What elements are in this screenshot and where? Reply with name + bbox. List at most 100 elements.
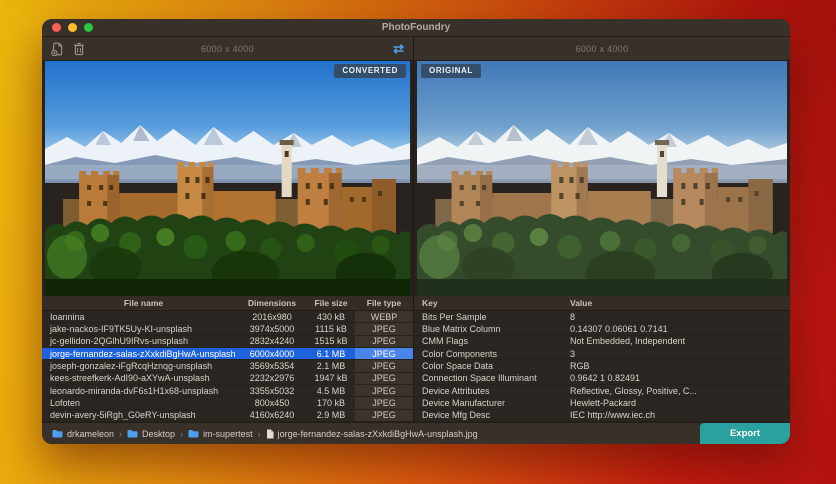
metadata-key-cell: Blue Matrix Column xyxy=(422,323,501,334)
column-value[interactable]: Value xyxy=(562,298,790,308)
file-size-cell: 1115 kB xyxy=(315,323,347,334)
dimensions-cell: 4160x6240 xyxy=(249,410,295,421)
dimensions-cell: 2832x4240 xyxy=(249,336,295,347)
file-type-cell: WEBP xyxy=(355,311,413,323)
file-table-row[interactable]: joseph-gonzalez-iFgRcqHznqg-unsplash 356… xyxy=(42,360,413,373)
breadcrumb-label: im-supertest xyxy=(203,428,253,439)
file-table-row[interactable]: Lofoten 800x450 170 kB JPEG xyxy=(42,397,413,410)
dimensions-cell: 2232x2976 xyxy=(249,373,295,384)
original-badge: ORIGINAL xyxy=(421,64,481,78)
original-photo xyxy=(417,61,787,296)
trash-icon[interactable] xyxy=(73,42,85,56)
metadata-key-cell: Color Space Data xyxy=(422,360,494,371)
file-table-row[interactable]: Ioannina 2016x980 430 kB WEBP xyxy=(42,311,413,324)
metadata-row[interactable]: Device Manufacturer Hewlett-Packard xyxy=(414,397,790,410)
file-table-header: File name Dimensions File size File type xyxy=(42,296,413,311)
minimize-button[interactable] xyxy=(68,23,77,32)
file-size-cell: 1947 kB xyxy=(314,373,348,384)
add-file-icon[interactable] xyxy=(51,42,64,56)
file-table-row[interactable]: jc-gellidon-2QGlhU9IRvs-unsplash 2832x42… xyxy=(42,335,413,348)
metadata-key-cell: Connection Space Illuminant xyxy=(422,373,537,384)
metadata-key-cell: Device Mfg Desc xyxy=(422,410,491,421)
metadata-row[interactable]: CMM Flags Not Embedded, Independent xyxy=(414,336,790,348)
zoom-button[interactable] xyxy=(84,23,93,32)
breadcrumb-label: jorge-fernandez-salas-zXxkdiBgHwA-unspla… xyxy=(277,428,478,439)
window-title: PhotoFoundry xyxy=(381,22,451,33)
dimensions-cell: 3974x5000 xyxy=(249,323,295,334)
file-table-row[interactable]: jake-nackos-IF9TK5Uy-KI-unsplash 3974x50… xyxy=(42,323,413,336)
file-size-cell: 4.5 MB xyxy=(316,385,346,396)
column-file-name[interactable]: File name xyxy=(42,298,237,308)
file-table: File name Dimensions File size File type… xyxy=(42,296,413,422)
close-button[interactable] xyxy=(52,23,61,32)
file-type-cell: JPEG xyxy=(355,409,413,421)
metadata-value-cell: RGB xyxy=(570,360,590,371)
file-type-cell: JPEG xyxy=(355,335,413,347)
metadata-row[interactable]: Blue Matrix Column 0.14307 0.06061 0.714… xyxy=(414,323,790,336)
column-key[interactable]: Key xyxy=(414,298,562,308)
file-table-body: Ioannina 2016x980 430 kB WEBP jake-nacko… xyxy=(42,311,413,422)
folder-icon xyxy=(52,430,63,438)
content-panes: 6000 x 4000 ⇄ CONVERTED File name Dimens… xyxy=(42,37,790,422)
column-file-type[interactable]: File type xyxy=(355,296,413,310)
metadata-row[interactable]: Bits Per Sample 8 xyxy=(414,311,790,324)
file-size-cell: 430 kB xyxy=(316,311,346,322)
converted-dimensions-label: 6000 x 4000 xyxy=(201,43,254,54)
column-file-size[interactable]: File size xyxy=(307,298,355,308)
metadata-value-cell: 0.9642 1 0.82491 xyxy=(570,373,641,384)
right-toolbar: 6000 x 4000 xyxy=(414,37,790,61)
metadata-key-cell: Device Attributes xyxy=(422,385,490,396)
metadata-value-cell: 8 xyxy=(570,311,576,322)
metadata-table: Key Value Bits Per Sample 8 Blue Matrix … xyxy=(414,296,790,422)
bottom-bar: drkameleon › Desktop › im-supertest › jo… xyxy=(42,422,790,444)
dimensions-cell: 6000x4000 xyxy=(249,348,295,359)
file-name-cell: kees-streefkerk-AdI90-aXYwA-unsplash xyxy=(50,373,210,384)
metadata-table-body: Bits Per Sample 8 Blue Matrix Column 0.1… xyxy=(414,311,790,422)
dimensions-cell: 2016x980 xyxy=(252,311,292,322)
swap-compare-icon[interactable]: ⇄ xyxy=(393,42,404,55)
metadata-row[interactable]: Device Attributes Reflective, Glossy, Po… xyxy=(414,385,790,398)
desktop-background: PhotoFoundry 6000 x 4000 ⇄ CONVERTED Fil… xyxy=(0,0,836,484)
left-toolbar: 6000 x 4000 ⇄ xyxy=(42,37,413,61)
breadcrumb-item[interactable]: jorge-fernandez-salas-zXxkdiBgHwA-unspla… xyxy=(266,429,478,439)
file-name-cell: Ioannina xyxy=(50,311,85,322)
file-name-cell: jake-nackos-IF9TK5Uy-KI-unsplash xyxy=(50,323,193,334)
file-size-cell: 6.1 MB xyxy=(316,348,346,359)
metadata-key-cell: Color Components xyxy=(422,348,498,359)
file-size-cell: 170 kB xyxy=(316,397,346,408)
converted-badge: CONVERTED xyxy=(334,64,406,78)
breadcrumb: drkameleon › Desktop › im-supertest › jo… xyxy=(52,429,478,439)
breadcrumb-item[interactable]: drkameleon xyxy=(52,429,114,439)
converted-photo xyxy=(45,61,410,296)
metadata-row[interactable]: Device Mfg Desc IEC http://www.iec.ch xyxy=(414,410,790,422)
original-pane: 6000 x 4000 ORIGINAL Key Value Bits Per … xyxy=(414,37,790,422)
file-table-row[interactable]: leonardo-miranda-dvF6s1H1x68-unsplash 33… xyxy=(42,384,413,398)
breadcrumb-item[interactable]: Desktop xyxy=(127,429,175,439)
file-type-cell: JPEG xyxy=(355,347,413,360)
file-size-cell: 1515 kB xyxy=(314,336,348,347)
metadata-row[interactable]: Color Components 3 xyxy=(414,348,790,361)
file-type-cell: JPEG xyxy=(355,384,413,397)
export-button[interactable]: Export xyxy=(700,423,790,444)
file-size-cell: 2.1 MB xyxy=(316,360,346,371)
metadata-table-header: Key Value xyxy=(414,296,790,311)
titlebar[interactable]: PhotoFoundry xyxy=(42,19,790,37)
metadata-row[interactable]: Connection Space Illuminant 0.9642 1 0.8… xyxy=(414,373,790,385)
file-name-cell: devin-avery-5iRgh_G0eRY-unsplash xyxy=(50,410,196,421)
file-table-row[interactable]: devin-avery-5iRgh_G0eRY-unsplash 4160x62… xyxy=(42,409,413,422)
file-size-cell: 2.9 MB xyxy=(316,410,346,421)
metadata-row[interactable]: Color Space Data RGB xyxy=(414,360,790,373)
file-name-cell: jorge-fernandez-salas-zXxkdiBgHwA-unspla… xyxy=(50,348,236,359)
file-table-row[interactable]: jorge-fernandez-salas-zXxkdiBgHwA-unspla… xyxy=(42,347,413,361)
file-icon xyxy=(266,429,274,438)
metadata-key-cell: Device Manufacturer xyxy=(422,397,506,408)
metadata-value-cell: 0.14307 0.06061 0.7141 xyxy=(570,323,668,334)
breadcrumb-item[interactable]: im-supertest xyxy=(188,429,253,439)
traffic-lights xyxy=(52,19,93,36)
column-dimensions[interactable]: Dimensions xyxy=(237,298,307,308)
file-table-row[interactable]: kees-streefkerk-AdI90-aXYwA-unsplash 223… xyxy=(42,372,413,385)
file-type-cell: JPEG xyxy=(355,323,413,335)
file-name-cell: joseph-gonzalez-iFgRcqHznqg-unsplash xyxy=(50,360,213,371)
file-name-cell: leonardo-miranda-dvF6s1H1x68-unsplash xyxy=(50,385,219,396)
metadata-value-cell: IEC http://www.iec.ch xyxy=(570,410,656,421)
